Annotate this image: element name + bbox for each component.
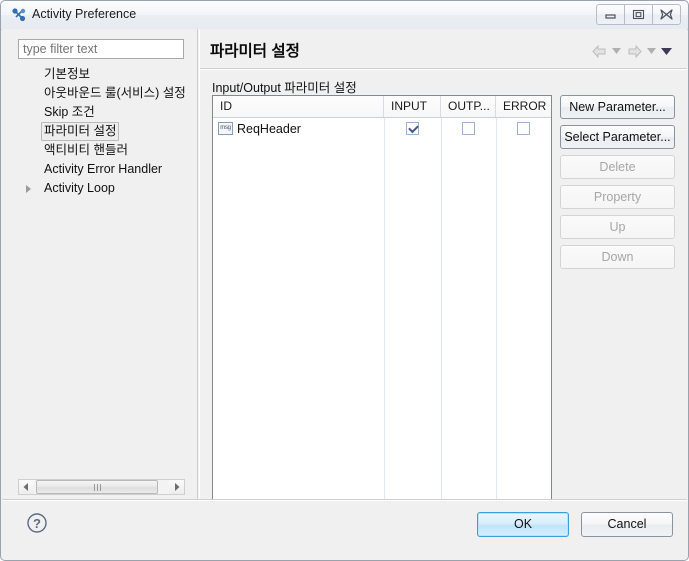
sidebar-item-label: Activity Error Handler xyxy=(44,162,163,176)
delete-button: Delete xyxy=(560,155,675,179)
cell-error[interactable] xyxy=(496,118,550,139)
msg-icon: msg xyxy=(218,122,233,135)
parameter-table[interactable]: ID INPUT OUTP... ERROR msg ReqHeader xyxy=(212,95,552,518)
sidebar-item-label: Activity Loop xyxy=(44,181,115,195)
sidebar-item-label: Skip 조건 xyxy=(44,105,95,119)
cell-id[interactable]: msg ReqHeader xyxy=(213,118,384,139)
group-label: Input/Output 파라미터 설정 xyxy=(212,81,357,95)
new-parameter-button[interactable]: New Parameter... xyxy=(560,95,675,119)
down-button: Down xyxy=(560,245,675,269)
expand-triangle-icon[interactable] xyxy=(26,185,31,193)
property-button: Property xyxy=(560,185,675,209)
sidebar-item-outbound-rule[interactable]: 아웃바운드 룰(서비스) 설정 xyxy=(18,84,185,103)
sidebar-item-basic-info[interactable]: 기본정보 xyxy=(18,65,185,84)
title-bar[interactable]: Activity Preference xyxy=(1,1,688,30)
select-parameter-button[interactable]: Select Parameter... xyxy=(560,125,675,149)
activity-node-icon xyxy=(11,7,27,23)
sidebar-item-skip-condition[interactable]: Skip 조건 xyxy=(18,103,185,122)
scrollbar-track[interactable] xyxy=(34,480,169,494)
sidebar-item-label: 액티비티 핸들러 xyxy=(44,143,128,157)
chevron-down-filled-icon[interactable] xyxy=(660,43,673,59)
input-checkbox[interactable] xyxy=(406,122,419,135)
triangle-right-icon[interactable] xyxy=(169,480,184,494)
sidebar-item-label: 기본정보 xyxy=(44,67,91,81)
scrollbar-grip-icon xyxy=(96,483,98,491)
up-button: Up xyxy=(560,215,675,239)
scrollbar-grip-icon xyxy=(99,483,101,491)
parameter-id-label: ReqHeader xyxy=(237,121,301,136)
pane-navigation xyxy=(590,43,673,59)
help-question-icon[interactable]: ? xyxy=(26,512,48,534)
arrow-right-icon[interactable] xyxy=(625,43,643,59)
cancel-button[interactable]: Cancel xyxy=(581,512,673,537)
chevron-down-icon[interactable] xyxy=(610,43,623,59)
arrow-left-icon[interactable] xyxy=(590,43,608,59)
sidebar-item-label: 파라미터 설정 xyxy=(41,122,120,141)
column-separator xyxy=(496,118,497,517)
column-header-input[interactable]: INPUT xyxy=(384,96,441,117)
column-header-id[interactable]: ID xyxy=(213,96,384,117)
window-title: Activity Preference xyxy=(32,7,137,21)
sidebar-item-label: 아웃바운드 룰(서비스) 설정 xyxy=(44,86,185,100)
pane-divider xyxy=(197,29,198,500)
ok-button[interactable]: OK xyxy=(477,512,569,537)
table-body: msg ReqHeader xyxy=(213,118,551,517)
filter-input[interactable] xyxy=(18,39,184,59)
parameter-settings-pane: 파라미터 설정 Input/Output 파라미터 설정 ID INPUT OU… xyxy=(200,29,687,518)
sidebar-item-parameter-settings[interactable]: 파라미터 설정 xyxy=(18,122,185,141)
cell-output[interactable] xyxy=(441,118,496,139)
dialog-content: 기본정보 아웃바운드 룰(서비스) 설정 Skip 조건 파라미터 설정 액티비… xyxy=(2,29,687,518)
page-title: 파라미터 설정 xyxy=(210,43,300,60)
table-row[interactable]: msg ReqHeader xyxy=(213,118,551,139)
window-controls xyxy=(596,4,681,25)
error-checkbox[interactable] xyxy=(516,122,530,135)
sidebar-item-activity-error-handler[interactable]: Activity Error Handler xyxy=(18,160,185,179)
column-header-output[interactable]: OUTP... xyxy=(441,96,496,117)
chevron-down-icon[interactable] xyxy=(645,43,658,59)
dialog-footer: ? OK Cancel xyxy=(2,501,687,560)
cell-input[interactable] xyxy=(384,118,441,139)
tree-horizontal-scrollbar[interactable] xyxy=(18,479,185,495)
scrollbar-grip-icon xyxy=(93,483,95,491)
preference-tree[interactable]: 기본정보 아웃바운드 룰(서비스) 설정 Skip 조건 파라미터 설정 액티비… xyxy=(18,65,185,475)
close-button[interactable] xyxy=(652,4,681,25)
output-checkbox[interactable] xyxy=(462,122,475,135)
activity-preference-dialog: Activity Preference type filter text 기본정… xyxy=(0,0,689,561)
triangle-left-icon[interactable] xyxy=(19,480,34,494)
restore-button[interactable] xyxy=(624,4,653,25)
sidebar-item-activity-loop[interactable]: Activity Loop xyxy=(18,179,185,198)
table-header: ID INPUT OUTP... ERROR xyxy=(213,96,551,118)
column-separator xyxy=(441,118,442,517)
minimize-button[interactable] xyxy=(596,4,625,25)
sidebar-item-activity-handler[interactable]: 액티비티 핸들러 xyxy=(18,141,185,160)
column-separator xyxy=(384,118,385,517)
svg-text:?: ? xyxy=(33,516,41,531)
column-header-error[interactable]: ERROR xyxy=(496,96,550,117)
parameter-actions: New Parameter... Select Parameter... Del… xyxy=(560,95,675,275)
title-separator-highlight xyxy=(200,69,687,70)
scrollbar-thumb[interactable] xyxy=(36,480,158,494)
